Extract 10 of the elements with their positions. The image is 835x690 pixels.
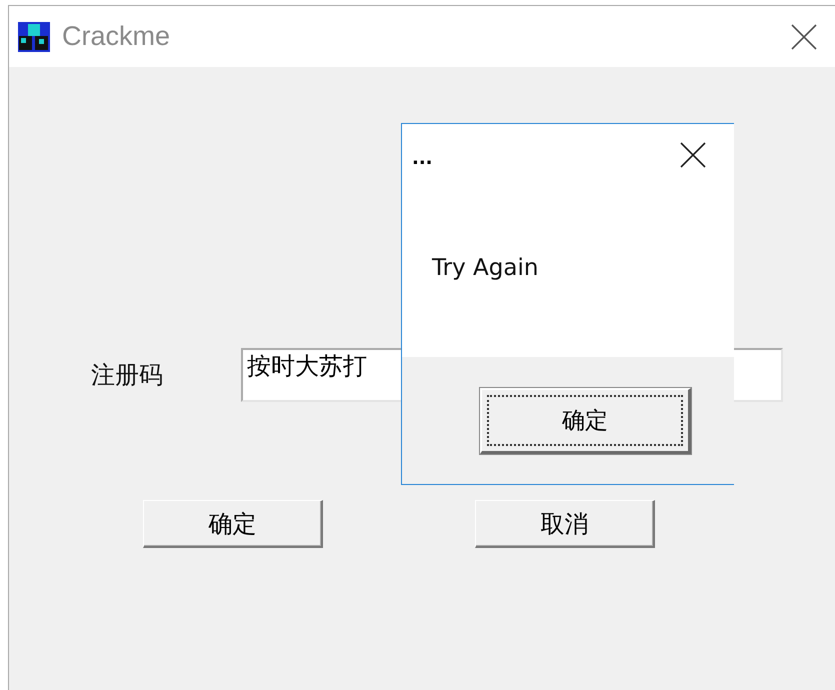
ok-button[interactable]: 确定 — [480, 388, 691, 454]
message-text: Try Again — [432, 255, 540, 281]
window-title: Crackme — [62, 21, 170, 52]
cubes-icon — [16, 20, 52, 54]
close-icon[interactable] — [791, 24, 817, 50]
dialog-button[interactable]: 取消 — [475, 500, 655, 548]
dialog-title: ... — [412, 148, 433, 168]
field-label: 注册码 — [90, 360, 164, 391]
close-icon[interactable] — [680, 142, 706, 168]
dialog-button[interactable]: 确定 — [143, 500, 323, 548]
